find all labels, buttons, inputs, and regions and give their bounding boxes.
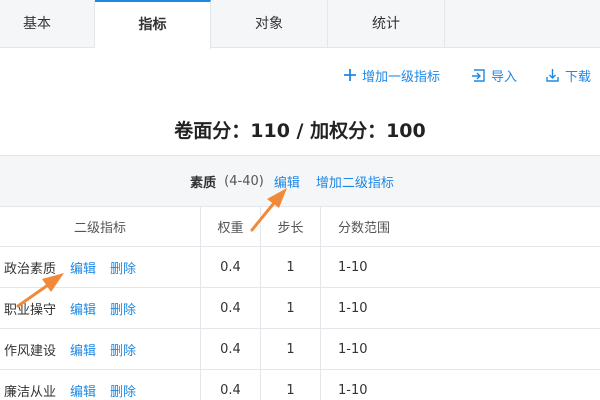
weight-cell: 0.4 [200,370,260,400]
edit-link[interactable]: 编辑 [70,299,96,318]
table-row: 廉洁从业 编辑 删除 0.4 1 1-10 [0,370,600,400]
delete-link[interactable]: 删除 [110,299,136,318]
step-cell: 1 [260,247,320,287]
primary-indicator-name: 素质 [190,175,217,191]
download-label: 下载 [565,69,592,85]
edit-primary-indicator-link[interactable]: 编辑 [274,172,300,191]
tab-bar: 基本 指标 对象 统计 [0,0,600,49]
step-cell: 1 [260,329,320,369]
indicator-cell: 作风建设 编辑 删除 [0,329,200,369]
download-icon [546,68,559,82]
table-header-row: 二级指标 权重 步长 分数范围 [0,207,600,247]
indicator-name: 作风建设 [4,343,57,359]
delete-link[interactable]: 删除 [110,340,136,359]
table-row: 作风建设 编辑 删除 0.4 1 1-10 [0,329,600,370]
column-header-indicator: 二级指标 [73,221,126,236]
tab-statistics[interactable]: 统计 [328,0,445,48]
indicator-name: 政治素质 [4,261,57,277]
primary-indicator-range: (4-40) [224,173,264,189]
tab-basic[interactable]: 基本 [0,0,95,48]
weight-cell: 0.4 [200,247,260,287]
indicator-name: 职业操守 [4,302,57,318]
score-summary-title: 卷面分：110 / 加权分：100 [174,120,426,142]
score-range-cell: 1-10 [320,288,600,328]
score-range-cell: 1-10 [320,370,600,400]
delete-link[interactable]: 删除 [110,381,136,400]
score-range-cell: 1-10 [320,247,600,287]
edit-link[interactable]: 编辑 [70,258,96,277]
step-cell: 1 [260,288,320,328]
weight-cell: 0.4 [200,288,260,328]
score-range-cell: 1-10 [320,329,600,369]
add-secondary-indicator-link[interactable]: 增加二级指标 [316,172,394,191]
edit-link[interactable]: 编辑 [70,340,96,359]
column-header-weight: 权重 [200,207,260,246]
tab-indicators[interactable]: 指标 [95,0,211,49]
table-row: 政治素质 编辑 删除 0.4 1 1-10 [0,247,600,288]
tab-objects[interactable]: 对象 [211,0,328,48]
import-icon [472,68,485,82]
step-cell: 1 [260,370,320,400]
edit-link[interactable]: 编辑 [70,381,96,400]
import-button[interactable]: 导入 [471,66,518,85]
plus-icon [344,69,356,81]
add-primary-indicator-button[interactable]: 增加一级指标 [343,66,441,85]
add-primary-indicator-label: 增加一级指标 [362,69,441,85]
indicator-name: 廉洁从业 [4,384,57,400]
primary-indicator-header: 素质 (4-40) 编辑 增加二级指标 [0,155,600,207]
delete-link[interactable]: 删除 [110,258,136,277]
column-header-score-range: 分数范围 [320,207,600,246]
indicator-cell: 廉洁从业 编辑 删除 [0,370,200,400]
secondary-indicator-table: 二级指标 权重 步长 分数范围 政治素质 编辑 删除 0.4 1 1-10 职业… [0,207,600,400]
indicator-cell: 职业操守 编辑 删除 [0,288,200,328]
table-row: 职业操守 编辑 删除 0.4 1 1-10 [0,288,600,329]
column-header-step: 步长 [260,207,320,246]
indicator-cell: 政治素质 编辑 删除 [0,247,200,287]
import-label: 导入 [491,69,518,85]
weight-cell: 0.4 [200,329,260,369]
download-button[interactable]: 下载 [545,66,592,85]
